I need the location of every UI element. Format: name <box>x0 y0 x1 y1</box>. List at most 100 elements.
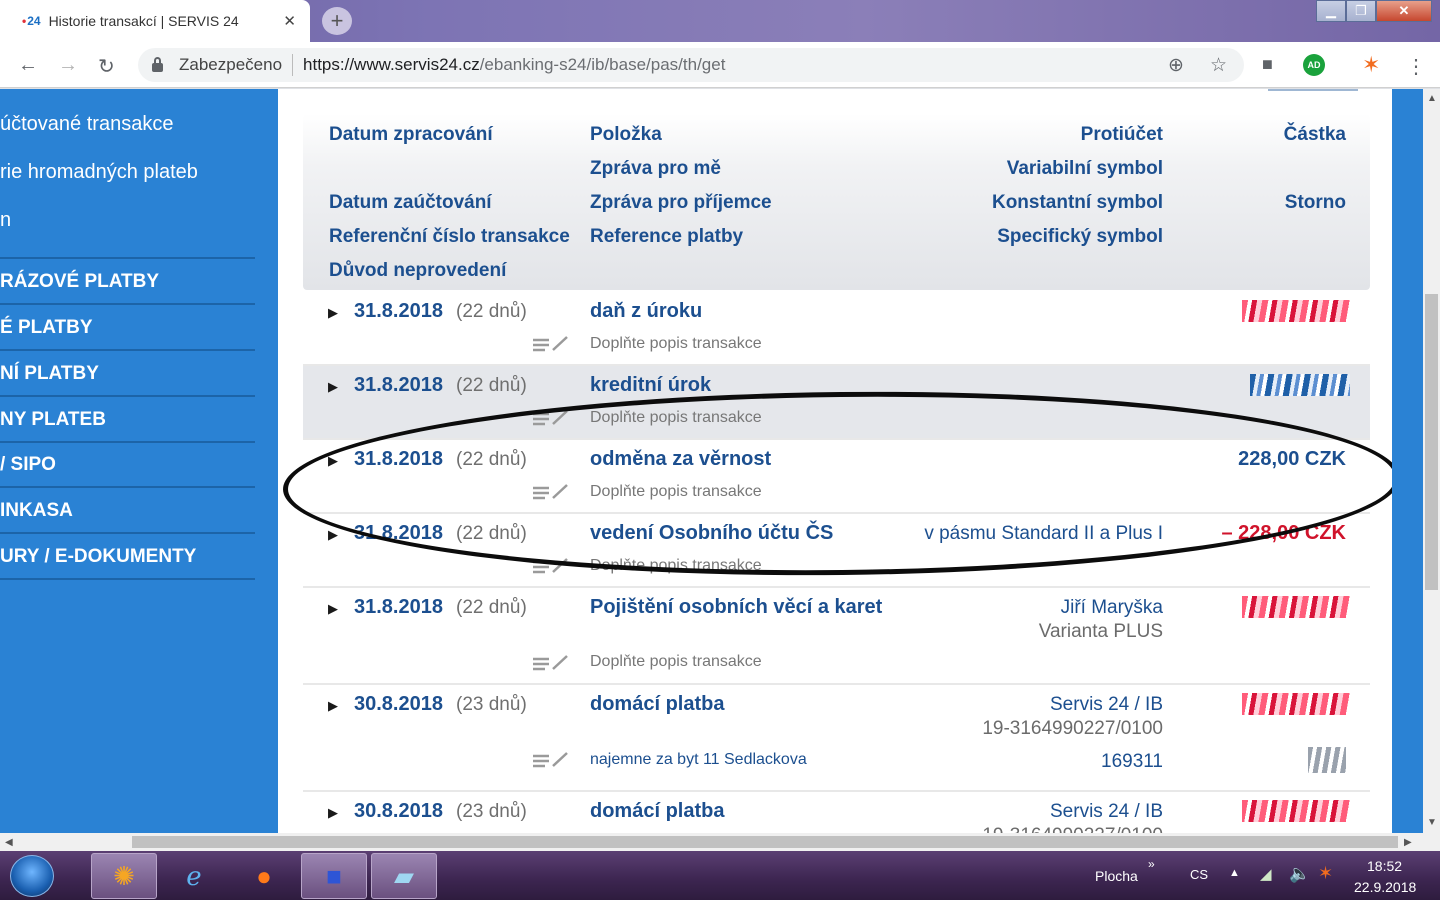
desktop-toolbar-label[interactable]: Plocha <box>1095 868 1138 884</box>
sidebar-item-direct-debits[interactable]: INKASA <box>0 488 255 534</box>
taskbar-notepad-icon[interactable]: ▰ <box>371 853 437 899</box>
table-row[interactable]: ▶ 31.8.2018 (22 dnů) odměna za věrnost D… <box>303 440 1370 514</box>
table-row[interactable]: ▶ 31.8.2018 (22 dnů) vedení Osobního účt… <box>303 514 1370 588</box>
row-note[interactable]: najemne za byt 11 Sedlackova <box>590 751 807 769</box>
header-message-for-me[interactable]: Zpráva pro mě <box>590 158 721 180</box>
header-posting-date[interactable]: Datum zaúčtování <box>329 192 492 214</box>
avast-extension-icon[interactable]: ✶ <box>1362 52 1380 78</box>
camera-icon[interactable]: ■ <box>1262 54 1273 75</box>
table-row[interactable]: ▶ 30.8.2018 (23 dnů) domácí platba Servi… <box>303 685 1370 792</box>
table-row[interactable]: ▶ 30.8.2018 (23 dnů) domácí platba Servi… <box>303 792 1370 833</box>
edit-note-icon[interactable] <box>533 335 571 353</box>
header-counter-account[interactable]: Protiúčet <box>1081 124 1163 146</box>
sidebar-item-payment-templates[interactable]: NY PLATEB <box>0 397 255 443</box>
table-row[interactable]: ▶ 31.8.2018 (22 dnů) kreditní úrok Doplň… <box>303 366 1370 440</box>
header-constant-symbol[interactable]: Konstantní symbol <box>992 192 1163 214</box>
network-icon[interactable]: ◢ <box>1260 865 1272 883</box>
table-row[interactable]: ▶ 31.8.2018 (22 dnů) Pojištění osobních … <box>303 588 1370 685</box>
header-variable-symbol[interactable]: Variabilní symbol <box>1007 158 1163 180</box>
minimize-icon[interactable]: ▁ <box>1316 0 1346 22</box>
header-item[interactable]: Položka <box>590 124 662 146</box>
edit-note-icon[interactable] <box>533 654 571 672</box>
sidebar-item-one-off-payments[interactable]: RÁZOVÉ PLATBY <box>0 259 255 305</box>
scroll-left-arrow-icon[interactable]: ◀ <box>5 837 13 848</box>
row-title[interactable]: odměna za věrnost <box>590 448 771 471</box>
row-title[interactable]: daň z úroku <box>590 300 702 323</box>
vertical-scroll-thumb[interactable] <box>1425 294 1438 590</box>
expand-triangle-icon[interactable]: ▶ <box>328 601 338 617</box>
expand-triangle-icon[interactable]: ▶ <box>328 698 338 714</box>
row-counter-account: 19-3164990227/0100 <box>982 718 1163 739</box>
edit-note-icon[interactable] <box>533 751 571 769</box>
edit-note-icon[interactable] <box>533 483 571 501</box>
browser-menu-icon[interactable]: ⋮ <box>1406 54 1426 79</box>
row-note[interactable]: Doplňte popis transakce <box>590 409 762 427</box>
row-title[interactable]: vedení Osobního účtu ČS <box>590 522 833 545</box>
row-title[interactable]: Pojištění osobních věcí a karet <box>590 596 882 619</box>
horizontal-scrollbar[interactable]: ◀ ▶ <box>0 833 1440 851</box>
transaction-history-panel: Datum zpracování Datum zaúčtování Refere… <box>278 89 1392 833</box>
header-message-for-recipient[interactable]: Zpráva pro příjemce <box>590 192 772 214</box>
sidebar-link-booked-transactions[interactable]: účtované transakce <box>0 113 173 136</box>
reload-icon[interactable]: ↻ <box>98 54 115 79</box>
sidebar-item-e-documents[interactable]: URY / E-DOKUMENTY <box>0 534 255 580</box>
scroll-down-arrow-icon[interactable]: ▼ <box>1427 817 1437 828</box>
clock-date[interactable]: 22.9.2018 <box>1354 879 1416 895</box>
header-rejection-reason[interactable]: Důvod neprovedení <box>329 260 506 282</box>
expand-triangle-icon[interactable]: ▶ <box>328 379 338 395</box>
scroll-right-arrow-icon[interactable]: ▶ <box>1404 837 1412 848</box>
table-row[interactable]: ▶ 31.8.2018 (22 dnů) daň z úroku Doplňte… <box>303 292 1370 366</box>
tab-close-icon[interactable]: ✕ <box>283 12 296 30</box>
avast-tray-icon[interactable]: ✶ <box>1318 863 1333 884</box>
taskbar-firefox-icon[interactable]: ● <box>231 853 297 899</box>
expand-triangle-icon[interactable]: ▶ <box>328 805 338 821</box>
header-payment-reference[interactable]: Reference platby <box>590 226 743 248</box>
sidebar-item-payments[interactable]: É PLATBY <box>0 305 255 351</box>
windows-start-icon[interactable] <box>10 855 54 897</box>
edit-note-icon[interactable] <box>533 409 571 427</box>
bookmark-star-icon[interactable]: ☆ <box>1210 54 1227 77</box>
header-amount[interactable]: Částka <box>1284 124 1346 146</box>
horizontal-scroll-thumb[interactable] <box>132 836 1398 848</box>
back-arrow-icon[interactable]: ← <box>18 54 38 77</box>
sidebar-link-bulk-payments-history[interactable]: rie hromadných plateb <box>0 161 198 184</box>
edit-note-icon[interactable] <box>533 557 571 575</box>
row-note[interactable]: Doplňte popis transakce <box>590 335 762 353</box>
toolbar-expand-icon[interactable]: » <box>1148 857 1155 871</box>
sidebar-link-other[interactable]: n <box>0 209 11 232</box>
taskbar-floppy-save-icon[interactable]: ■ <box>301 853 367 899</box>
row-date: 30.8.2018 <box>354 693 443 715</box>
expand-triangle-icon[interactable]: ▶ <box>328 527 338 543</box>
windows-taskbar: ✺ ℯ ● ■ ▰ Plocha » CS ▲ ◢ 🔈 ✶ 18:52 22.9… <box>0 851 1440 900</box>
taskbar-chrome-icon[interactable]: ✺ <box>91 853 157 899</box>
forward-arrow-icon[interactable]: → <box>58 54 78 77</box>
address-bar[interactable]: Zabezpečeno https://www.servis24.cz /eba… <box>138 48 1244 82</box>
zoom-icon[interactable]: ⊕ <box>1168 54 1184 77</box>
language-indicator[interactable]: CS <box>1190 867 1208 882</box>
sidebar-item-standing-payments[interactable]: NÍ PLATBY <box>0 351 255 397</box>
row-title[interactable]: kreditní úrok <box>590 374 711 397</box>
header-reference-number[interactable]: Referenční číslo transakce <box>329 226 570 248</box>
row-title[interactable]: domácí platba <box>590 800 724 823</box>
tray-expand-arrow-icon[interactable]: ▲ <box>1229 867 1240 879</box>
scroll-up-arrow-icon[interactable]: ▲ <box>1427 93 1437 104</box>
header-specific-symbol[interactable]: Specifický symbol <box>997 226 1163 248</box>
adblock-extension-icon[interactable]: AD <box>1303 54 1325 76</box>
maximize-icon[interactable]: ❐ <box>1346 0 1376 22</box>
row-note[interactable]: Doplňte popis transakce <box>590 483 762 501</box>
expand-triangle-icon[interactable]: ▶ <box>328 305 338 321</box>
window-close-icon[interactable]: ✕ <box>1376 0 1432 22</box>
clock-time[interactable]: 18:52 <box>1367 858 1402 874</box>
taskbar-internet-explorer-icon[interactable]: ℯ <box>161 853 227 899</box>
browser-tab-active[interactable]: 24 Historie transakcí | SERVIS 24 ✕ <box>0 0 310 42</box>
row-note[interactable]: Doplňte popis transakce <box>590 653 762 671</box>
row-title[interactable]: domácí platba <box>590 693 724 716</box>
header-processing-date[interactable]: Datum zpracování <box>329 124 493 146</box>
vertical-scrollbar[interactable]: ▲ ▼ <box>1423 89 1440 833</box>
expand-triangle-icon[interactable]: ▶ <box>328 453 338 469</box>
sidebar-item-sipo[interactable]: / SIPO <box>0 442 255 488</box>
new-tab-plus-icon[interactable]: + <box>322 7 352 35</box>
header-storno[interactable]: Storno <box>1285 192 1346 214</box>
volume-icon[interactable]: 🔈 <box>1289 864 1310 884</box>
row-note[interactable]: Doplňte popis transakce <box>590 557 762 575</box>
